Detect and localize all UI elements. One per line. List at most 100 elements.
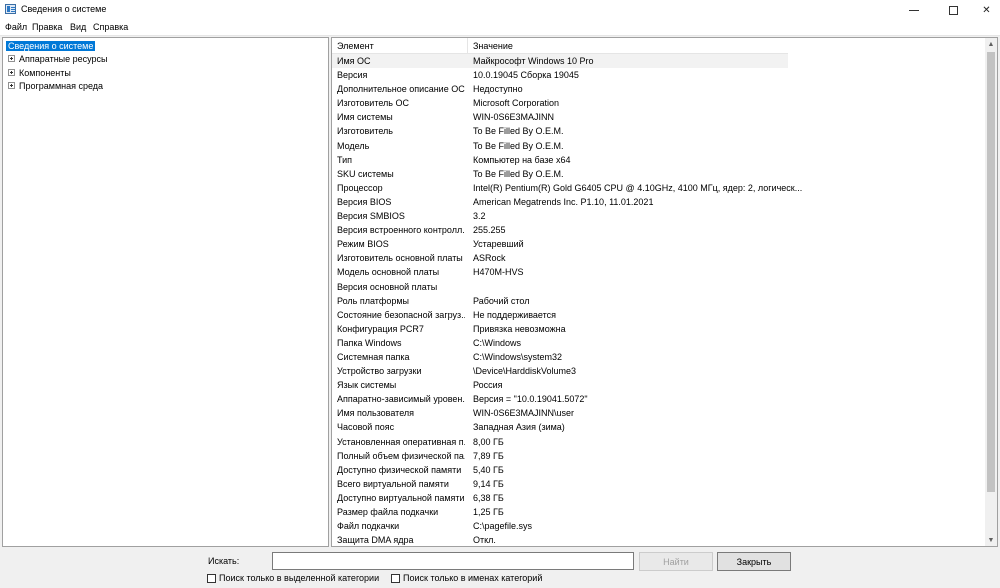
table-row[interactable]: Полный объем физической па... 7,89 ГБ xyxy=(332,449,986,463)
row-item-value: To Be Filled By O.E.M. xyxy=(473,126,564,137)
tree-item-hardware-resources[interactable]: Аппаратные ресурсы xyxy=(8,52,108,65)
search-label: Искать: xyxy=(208,556,240,566)
table-row[interactable]: Версия основной платы xyxy=(332,280,986,294)
tree-item-software-environment[interactable]: Программная среда xyxy=(8,79,103,92)
row-item-name: Изготовитель основной платы xyxy=(337,253,463,264)
tree-item-label: Программная среда xyxy=(19,80,104,91)
menu-help[interactable]: Справка xyxy=(93,22,128,32)
search-category-names-checkbox[interactable] xyxy=(391,573,400,583)
list-rows: Имя ОС Майкрософт Windows 10 Pro Версия 10.… xyxy=(332,54,986,546)
row-item-value: H470M-HVS xyxy=(473,267,524,278)
table-row[interactable]: Размер файла подкачки 1,25 ГБ xyxy=(332,505,986,519)
row-item-name: Аппаратно-зависимый уровен... xyxy=(337,394,465,405)
table-row[interactable]: Модель основной платы H470M-HVS xyxy=(332,265,986,279)
table-row[interactable]: Доступно виртуальной памяти 6,38 ГБ xyxy=(332,491,986,505)
details-list[interactable]: Элемент Значение Имя ОС Майкрософт Window… xyxy=(331,37,998,547)
search-selected-category-checkbox[interactable] xyxy=(207,573,216,583)
find-button[interactable]: Найти xyxy=(639,552,713,571)
table-row[interactable]: Версия SMBIOS 3.2 xyxy=(332,209,986,223)
table-row[interactable]: Изготовитель ОС Microsoft Corporation xyxy=(332,96,986,110)
table-row[interactable]: Аппаратно-зависимый уровен... Версия = "1… xyxy=(332,392,986,406)
table-row[interactable]: Тип Компьютер на базе x64 xyxy=(332,153,986,167)
row-item-name: Всего виртуальной памяти xyxy=(337,478,449,489)
table-row[interactable]: Версия 10.0.19045 Сборка 19045 xyxy=(332,68,986,82)
table-row[interactable]: Язык системы Россия xyxy=(332,378,986,392)
row-item-name: Установленная оперативная п... xyxy=(337,436,465,447)
row-item-name: Версия xyxy=(337,70,368,81)
table-row[interactable]: Конфигурация PCR7 Привязка невозможна xyxy=(332,322,986,336)
row-item-value: WIN-0S6E3MAJINN\user xyxy=(473,408,575,419)
row-item-name: Конфигурация PCR7 xyxy=(337,323,424,334)
table-row[interactable]: Версия встроенного контролл... 255.255 xyxy=(332,223,986,237)
row-item-value: To Be Filled By O.E.M. xyxy=(473,168,564,179)
search-selected-category-label: Поиск только в выделенной категории xyxy=(219,573,380,583)
row-item-name: Доступно виртуальной памяти xyxy=(337,492,465,503)
row-item-value: 7,89 ГБ xyxy=(473,450,504,461)
menu-edit[interactable]: Правка xyxy=(32,22,62,32)
row-item-value: Россия xyxy=(473,380,503,391)
maximize-icon xyxy=(949,5,958,15)
close-window-button[interactable]: ✕ xyxy=(970,0,1000,20)
column-header-value[interactable]: Значение xyxy=(468,38,788,54)
tree-item-components[interactable]: Компоненты xyxy=(8,66,71,79)
row-item-value: C:\Windows\system32 xyxy=(473,351,563,362)
scroll-thumb[interactable] xyxy=(987,52,995,492)
system-info-icon xyxy=(5,4,16,14)
row-item-name: Изготовитель ОС xyxy=(337,98,409,109)
tree-item-system-summary[interactable]: Сведения о системе xyxy=(6,39,96,52)
row-item-name: Устройство загрузки xyxy=(337,366,422,377)
table-row[interactable]: Имя пользователя WIN-0S6E3MAJINN\user xyxy=(332,406,986,420)
expand-icon[interactable] xyxy=(8,69,15,76)
table-row[interactable]: Защита DMA ядра Откл. xyxy=(332,533,986,546)
row-item-value: WIN-0S6E3MAJINN xyxy=(473,112,555,123)
table-row[interactable]: Всего виртуальной памяти 9,14 ГБ xyxy=(332,477,986,491)
maximize-button[interactable] xyxy=(937,0,970,20)
row-item-name: Версия SMBIOS xyxy=(337,211,405,222)
row-item-name: Тип xyxy=(337,154,353,165)
row-item-name: Состояние безопасной загруз... xyxy=(337,309,465,320)
table-row[interactable]: Режим BIOS Устаревший xyxy=(332,237,986,251)
table-row[interactable]: Процессор Intel(R) Pentium(R) Gold G6405 … xyxy=(332,181,986,195)
vertical-scrollbar[interactable]: ▲ ▼ xyxy=(985,38,997,546)
table-row[interactable]: Установленная оперативная п... 8,00 ГБ xyxy=(332,435,986,449)
table-row[interactable]: Файл подкачки C:\pagefile.sys xyxy=(332,519,986,533)
menu-bar: Файл Правка Вид Справка xyxy=(0,20,1000,36)
expand-icon[interactable] xyxy=(8,82,15,89)
table-row[interactable]: Имя ОС Майкрософт Windows 10 Pro xyxy=(332,54,788,69)
table-row[interactable]: Папка Windows C:\Windows xyxy=(332,336,986,350)
row-item-value: To Be Filled By O.E.M. xyxy=(473,140,564,151)
search-input[interactable] xyxy=(272,552,634,570)
table-row[interactable]: Изготовитель To Be Filled By O.E.M. xyxy=(332,124,986,138)
title-bar[interactable]: Сведения о системе ✕ xyxy=(0,0,1000,20)
category-tree[interactable]: Сведения о системе Аппаратные ресурсы Ко… xyxy=(2,37,329,547)
row-item-name: Часовой пояс xyxy=(337,422,395,433)
table-row[interactable]: Часовой пояс Западная Азия (зима) xyxy=(332,420,986,434)
search-category-names-option[interactable]: Поиск только в именах категорий xyxy=(391,573,542,583)
table-row[interactable]: Роль платформы Рабочий стол xyxy=(332,294,986,308)
search-selected-category-option[interactable]: Поиск только в выделенной категории xyxy=(207,573,379,583)
scroll-down-icon[interactable]: ▼ xyxy=(985,534,997,546)
table-row[interactable]: Устройство загрузки \Device\HarddiskVolum… xyxy=(332,364,986,378)
menu-file[interactable]: Файл xyxy=(5,22,27,32)
row-item-name: Имя пользователя xyxy=(337,408,415,419)
table-row[interactable]: Версия BIOS American Megatrends Inc. P1.1… xyxy=(332,195,986,209)
table-row[interactable]: Доступно физической памяти 5,40 ГБ xyxy=(332,463,986,477)
tree-item-label: Аппаратные ресурсы xyxy=(19,53,108,64)
table-row[interactable]: Изготовитель основной платы ASRock xyxy=(332,251,986,265)
table-row[interactable]: Системная папка C:\Windows\system32 xyxy=(332,350,986,364)
row-item-name: Роль платформы xyxy=(337,295,409,306)
table-row[interactable]: Дополнительное описание ОС Недоступно xyxy=(332,82,986,96)
table-row[interactable]: Состояние безопасной загруз... Не поддерж… xyxy=(332,308,986,322)
table-row[interactable]: Модель To Be Filled By O.E.M. xyxy=(332,139,986,153)
table-row[interactable]: Имя системы WIN-0S6E3MAJINN xyxy=(332,110,986,124)
scroll-up-icon[interactable]: ▲ xyxy=(985,38,997,50)
close-icon: ✕ xyxy=(982,4,991,16)
menu-view[interactable]: Вид xyxy=(70,22,86,32)
close-button[interactable]: Закрыть xyxy=(717,552,791,571)
column-header-item[interactable]: Элемент xyxy=(332,38,468,54)
minimize-button[interactable] xyxy=(897,0,930,20)
table-row[interactable]: SKU системы To Be Filled By O.E.M. xyxy=(332,167,986,181)
row-item-name: Полный объем физической па... xyxy=(337,450,465,461)
row-item-value: Майкрософт Windows 10 Pro xyxy=(473,56,594,66)
expand-icon[interactable] xyxy=(8,55,15,62)
